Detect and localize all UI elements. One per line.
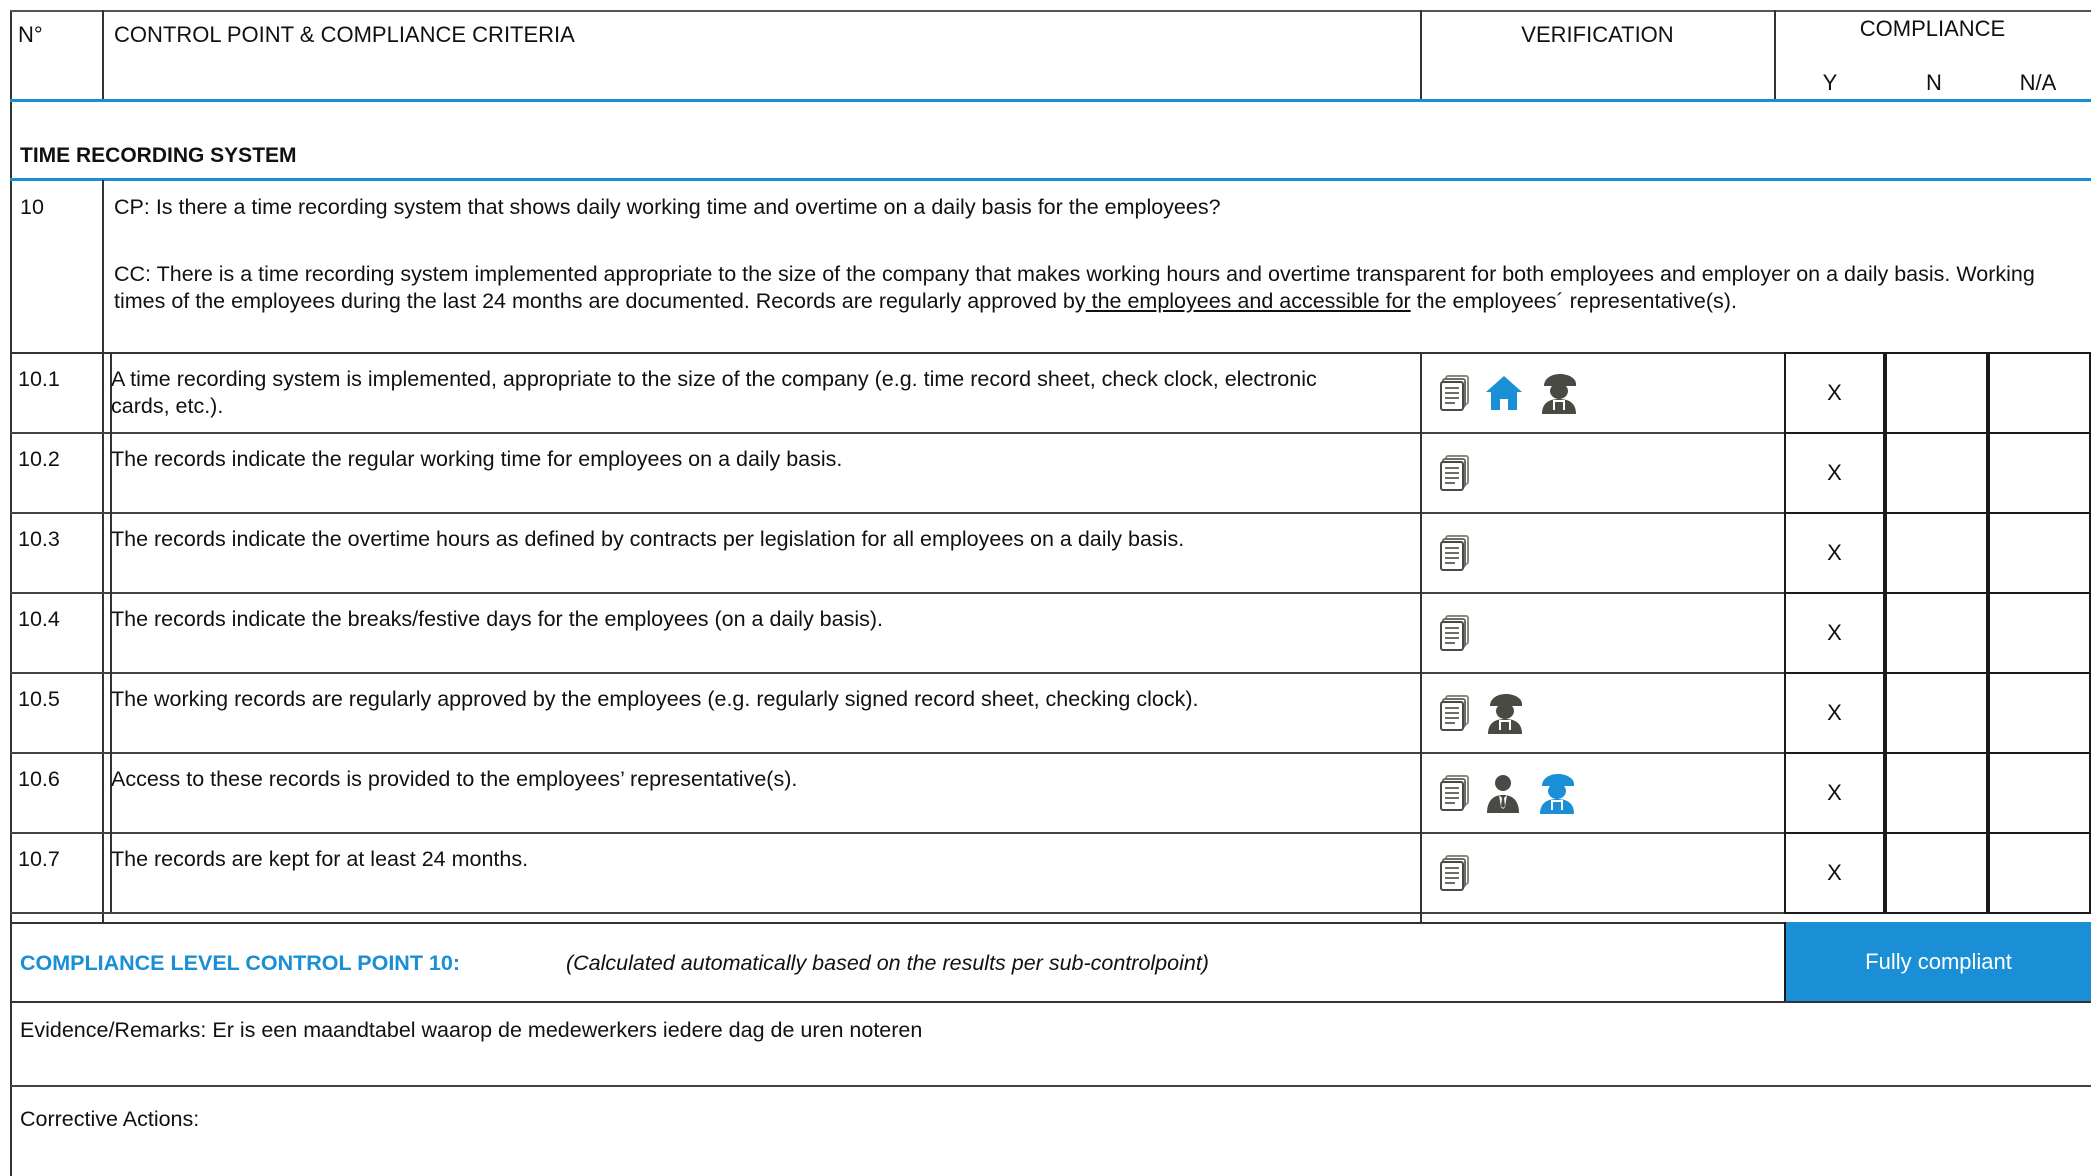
compliance-cell-y[interactable]: X [1784, 592, 1885, 674]
header-criteria: CONTROL POINT & COMPLIANCE CRITERIA [114, 22, 575, 47]
divider [10, 1085, 2091, 1087]
compliance-cell-y[interactable]: X [1784, 352, 1885, 434]
compliance-cell-n[interactable] [1885, 352, 1988, 434]
compliance-cell-n[interactable] [1885, 672, 1988, 754]
row-text: The records indicate the overtime hours … [111, 527, 1185, 551]
worker-icon [1484, 692, 1526, 734]
header-na: N/A [2019, 70, 2057, 95]
document-icon [1440, 615, 1470, 651]
compliance-cell-n[interactable] [1885, 752, 1988, 834]
compliance-cell-y[interactable]: X [1784, 832, 1885, 914]
header-no: N° [18, 22, 43, 47]
document-icon [1440, 455, 1470, 491]
control-point-question: CP: Is there a time recording system tha… [114, 195, 1221, 219]
document-icon [1440, 775, 1470, 811]
divider [10, 432, 1784, 434]
divider [10, 912, 1784, 914]
verification-icons [1440, 452, 1470, 494]
compliance-cell-y[interactable]: X [1784, 512, 1885, 594]
divider [10, 512, 1784, 514]
verification-icons [1440, 692, 1526, 734]
worker-icon [1536, 772, 1578, 814]
corrective-actions: Corrective Actions: [20, 1107, 200, 1131]
cc-underlined: the employees and accessible for [1085, 289, 1411, 313]
compliance-cell-y[interactable]: X [1784, 672, 1885, 754]
divider [10, 752, 1784, 754]
row-number: 10.2 [18, 447, 60, 471]
header-divider [10, 99, 2091, 102]
header-y: Y [1822, 70, 1838, 95]
home-icon [1484, 374, 1524, 412]
divider [102, 180, 104, 922]
compliance-level-label: COMPLIANCE LEVEL CONTROL POINT 10: [20, 951, 460, 975]
document-icon [1440, 695, 1470, 731]
row-text: The records indicate the regular working… [111, 447, 843, 471]
compliance-cell-y[interactable]: X [1784, 752, 1885, 834]
evidence-remarks: Evidence/Remarks: Er is een maandtabel w… [20, 1018, 923, 1042]
row-number: 10.1 [18, 367, 60, 391]
cc-text: the employees´ representative(s). [1410, 289, 1737, 313]
row-text: The working records are regularly approv… [111, 687, 1199, 711]
divider [10, 832, 1784, 834]
divider [1420, 352, 1422, 922]
row-text: Access to these records is provided to t… [111, 767, 798, 791]
cc-text: CC: There is a time recording system imp… [114, 262, 2035, 313]
row-number: 10.3 [18, 527, 60, 551]
control-point-number: 10 [20, 195, 44, 219]
compliance-result-badge: Fully compliant [1784, 922, 2091, 1002]
row-number: 10.6 [18, 767, 60, 791]
section-title: TIME RECORDING SYSTEM [20, 144, 297, 167]
divider [102, 10, 104, 100]
divider [1420, 10, 1422, 100]
verification-icons [1440, 532, 1470, 574]
document-icon [1440, 375, 1470, 411]
verification-icons [1440, 772, 1578, 814]
compliance-cell-na[interactable] [1988, 752, 2091, 834]
row-number: 10.5 [18, 687, 60, 711]
compliance-criteria: CC: There is a time recording system imp… [114, 261, 2074, 315]
compliance-cell-na[interactable] [1988, 832, 2091, 914]
divider [10, 352, 2091, 354]
checklist-page: N° CONTROL POINT & COMPLIANCE CRITERIA V… [10, 10, 2091, 1176]
section-divider [10, 178, 2091, 181]
compliance-cell-na[interactable] [1988, 432, 2091, 514]
compliance-cell-na[interactable] [1988, 352, 2091, 434]
compliance-level-note: (Calculated automatically based on the r… [566, 951, 1209, 975]
compliance-cell-n[interactable] [1885, 432, 1988, 514]
header-n: N [1926, 70, 1942, 95]
compliance-cell-n[interactable] [1885, 592, 1988, 674]
row-text: A time recording system is implemented, … [111, 367, 1317, 418]
document-icon [1440, 535, 1470, 571]
divider [10, 922, 2091, 924]
compliance-cell-n[interactable] [1885, 512, 1988, 594]
divider [10, 672, 1784, 674]
verification-icons [1440, 612, 1470, 654]
worker-icon [1538, 372, 1580, 414]
compliance-cell-n[interactable] [1885, 832, 1988, 914]
top-border [10, 10, 2091, 12]
divider [10, 1001, 2091, 1003]
compliance-cell-na[interactable] [1988, 512, 2091, 594]
verification-icons [1440, 852, 1470, 894]
row-text: The records are kept for at least 24 mon… [111, 847, 529, 871]
document-icon [1440, 855, 1470, 891]
manager-icon [1484, 773, 1522, 813]
divider [10, 592, 1784, 594]
header-verification: VERIFICATION [1521, 22, 1674, 47]
compliance-cell-na[interactable] [1988, 672, 2091, 754]
compliance-cell-y[interactable]: X [1784, 432, 1885, 514]
header-compliance: COMPLIANCE [1859, 16, 2006, 41]
row-number: 10.7 [18, 847, 60, 871]
compliance-cell-na[interactable] [1988, 592, 2091, 674]
row-text: The records indicate the breaks/festive … [111, 607, 883, 631]
verification-icons [1440, 372, 1580, 414]
row-number: 10.4 [18, 607, 60, 631]
